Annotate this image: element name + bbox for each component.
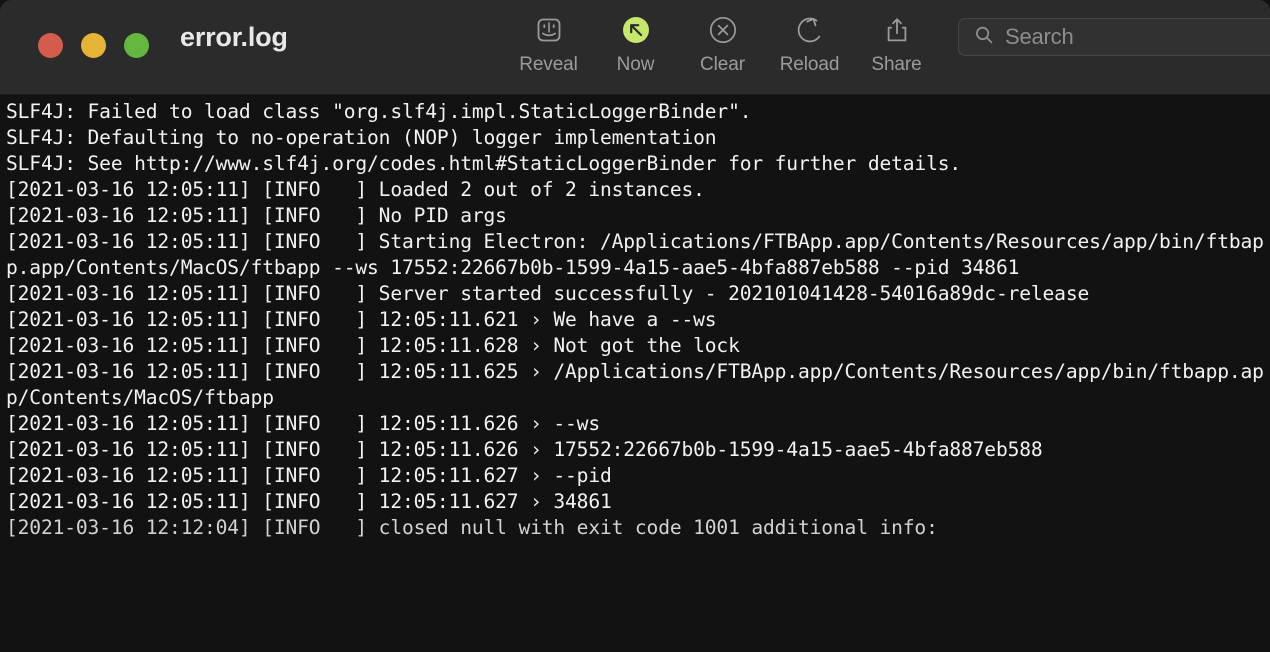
log-line: [2021-03-16 12:05:11] [INFO ] 12:05:11.6… (6, 411, 1270, 437)
reveal-button[interactable]: Reveal (505, 12, 592, 76)
reload-button-label: Reload (780, 54, 840, 76)
finder-icon (533, 12, 565, 48)
close-window-button[interactable] (38, 33, 63, 58)
log-line: [2021-03-16 12:05:11] [INFO ] 12:05:11.6… (6, 489, 1270, 515)
log-line: [2021-03-16 12:05:11] [INFO ] No PID arg… (6, 203, 1270, 229)
share-upload-icon (881, 12, 913, 48)
clear-button[interactable]: Clear (679, 12, 766, 76)
x-circle-icon (707, 12, 739, 48)
log-line: [2021-03-16 12:05:11] [INFO ] 12:05:11.6… (6, 307, 1270, 333)
log-line: [2021-03-16 12:05:11] [INFO ] 12:05:11.6… (6, 333, 1270, 359)
share-button-label: Share (871, 54, 921, 76)
search-icon (973, 24, 995, 51)
log-line: [2021-03-16 12:05:11] [INFO ] 12:05:11.6… (6, 463, 1270, 489)
zoom-window-button[interactable] (124, 33, 149, 58)
minimize-window-button[interactable] (81, 33, 106, 58)
log-line: [2021-03-16 12:05:11] [INFO ] Loaded 2 o… (6, 177, 1270, 203)
traffic-light-controls (38, 33, 149, 58)
reveal-button-label: Reveal (519, 54, 578, 76)
log-line: [2021-03-16 12:05:11] [INFO ] Starting E… (6, 229, 1270, 281)
log-viewer-window: error.log Reveal (0, 0, 1270, 652)
toolbar: Reveal Now (505, 12, 940, 76)
now-button-label: Now (617, 54, 655, 76)
log-line: SLF4J: Defaulting to no-operation (NOP) … (6, 125, 1270, 151)
window-titlebar: error.log Reveal (0, 0, 1270, 95)
clear-button-label: Clear (700, 54, 745, 76)
log-line: [2021-03-16 12:05:11] [INFO ] Server sta… (6, 281, 1270, 307)
reload-button[interactable]: Reload (766, 12, 853, 76)
search-placeholder: Search (1005, 24, 1074, 50)
share-button[interactable]: Share (853, 12, 940, 76)
log-line: [2021-03-16 12:05:11] [INFO ] 12:05:11.6… (6, 359, 1270, 411)
log-line: [2021-03-16 12:05:11] [INFO ] 12:05:11.6… (6, 437, 1270, 463)
now-button[interactable]: Now (592, 12, 679, 76)
arrow-up-left-circle-icon (620, 12, 652, 48)
reload-circular-arrow-icon (794, 12, 826, 48)
search-input[interactable]: Search (958, 18, 1270, 56)
log-line: SLF4J: See http://www.slf4j.org/codes.ht… (6, 151, 1270, 177)
page-title: error.log (180, 22, 288, 53)
log-line: SLF4J: Failed to load class "org.slf4j.i… (6, 99, 1270, 125)
log-content-area[interactable]: SLF4J: Failed to load class "org.slf4j.i… (0, 95, 1270, 652)
log-line: [2021-03-16 12:12:04] [INFO ] closed nul… (6, 515, 1270, 541)
